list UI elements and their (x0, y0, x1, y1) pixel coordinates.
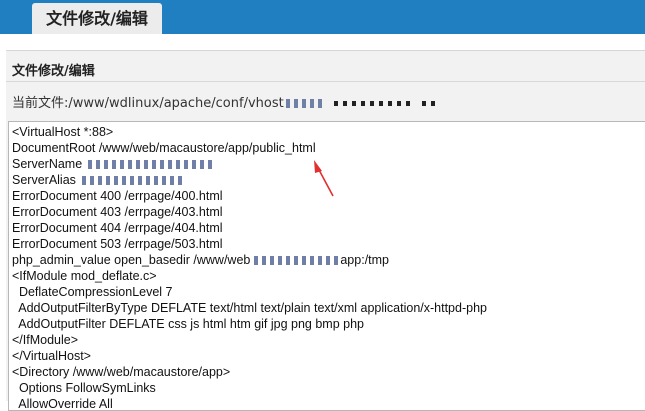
redacted-path (254, 256, 341, 266)
code-line: php_admin_value open_basedir /www/web app… (12, 253, 389, 267)
code-line: ErrorDocument 403 /errpage/403.html (12, 205, 223, 219)
redacted-path (421, 101, 438, 106)
code-line: ErrorDocument 400 /errpage/400.html (12, 189, 223, 203)
code-line: ErrorDocument 404 /errpage/404.html (12, 221, 223, 235)
top-bar: 文件修改/编辑 (0, 0, 645, 34)
tab-file-edit[interactable]: 文件修改/编辑 (32, 3, 162, 34)
code-line: </VirtualHost> (12, 349, 91, 363)
current-file-path: /www/wdlinux/apache/conf/vhost (68, 96, 284, 111)
redacted-server-name (88, 160, 217, 170)
divider (6, 81, 645, 82)
panel-title: 文件修改/编辑 (12, 64, 95, 79)
code-line: ServerName (12, 156, 217, 172)
code-line: DocumentRoot /www/web/macaustore/app/pub… (12, 141, 316, 155)
code-line: AddOutputFilter DEFLATE css js html htm … (12, 317, 365, 331)
code-line: Options FollowSymLinks (12, 381, 156, 395)
code-line: ServerAlias (12, 172, 182, 188)
code-line: </IfModule> (12, 333, 79, 347)
current-file-row: 当前文件:/www/wdlinux/apache/conf/vhost (12, 92, 438, 111)
redacted-path (285, 99, 326, 108)
code-line: ErrorDocument 503 /errpage/503.html (12, 237, 223, 251)
code-line: DeflateCompressionLevel 7 (12, 285, 173, 299)
code-line: <VirtualHost *:88> (12, 125, 114, 139)
code-line: AllowOverride All (12, 397, 113, 411)
redacted-path (333, 101, 410, 106)
code-line: AddOutputFilterByType DEFLATE text/html … (12, 301, 487, 315)
code-editor[interactable]: <VirtualHost *:88> DocumentRoot /www/web… (8, 121, 645, 411)
current-file-label: 当前文件: (12, 96, 69, 111)
code-line: <IfModule mod_deflate.c> (12, 269, 157, 283)
code-line: <Directory /www/web/macaustore/app> (12, 365, 231, 379)
redacted-server-alias (81, 176, 182, 186)
